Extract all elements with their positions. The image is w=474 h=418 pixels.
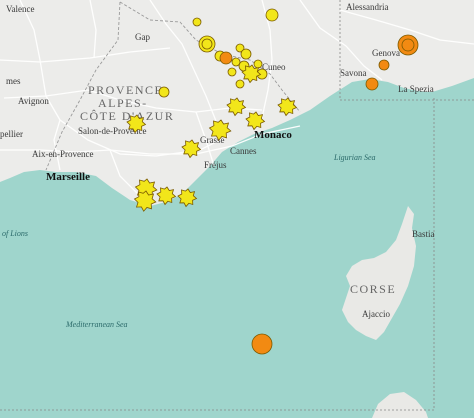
earthquake-circle-marker[interactable]	[219, 51, 233, 65]
label-genova: Genova	[372, 48, 400, 58]
label-gap: Gap	[135, 32, 150, 42]
label-ajaccio: Ajaccio	[362, 309, 390, 319]
label-mes: mes	[6, 76, 21, 86]
label-ligurian-sea: Ligurian Sea	[333, 153, 376, 162]
earthquake-circle-marker[interactable]	[240, 48, 252, 60]
earthquake-circle-marker[interactable]	[201, 38, 213, 50]
label-med-sea: Mediterranean Sea	[65, 320, 128, 329]
earthquake-circle-marker[interactable]	[265, 8, 279, 22]
label-pellier: pellier	[0, 129, 23, 139]
earthquake-circle-marker[interactable]	[158, 86, 170, 98]
earthquake-map[interactable]: Valence Gap Alessandria Cuneo Genova Sav…	[0, 0, 474, 418]
label-frejus: Fréjus	[204, 160, 227, 170]
earthquake-circle-marker[interactable]	[251, 333, 273, 355]
earthquake-circle-marker[interactable]	[192, 17, 202, 27]
label-corse: CORSE	[350, 282, 396, 296]
label-region-l2: ALPES-	[98, 96, 148, 110]
label-marseille: Marseille	[46, 171, 90, 183]
label-alessandria: Alessandria	[346, 2, 389, 12]
earthquake-circle-marker[interactable]	[365, 77, 379, 91]
earthquake-circle-marker[interactable]	[378, 59, 390, 71]
earthquake-circle-marker[interactable]	[401, 38, 415, 52]
label-aix: Aix-en-Provence	[32, 149, 93, 159]
label-cannes: Cannes	[230, 146, 257, 156]
earthquake-circle-marker[interactable]	[227, 67, 237, 77]
label-avignon: Avignon	[18, 96, 49, 106]
label-bastia: Bastia	[412, 229, 435, 239]
label-monaco: Monaco	[254, 129, 292, 141]
label-lions: of Lions	[2, 229, 28, 238]
label-savona: Savona	[340, 68, 367, 78]
label-la-spezia: La Spezia	[398, 84, 434, 94]
label-valence: Valence	[6, 4, 34, 14]
earthquake-circle-marker[interactable]	[253, 59, 263, 69]
earthquake-circle-marker[interactable]	[235, 79, 245, 89]
label-region-l1: PROVENCE-	[88, 83, 169, 97]
label-region-l3: CÔTE D'AZUR	[80, 109, 174, 123]
